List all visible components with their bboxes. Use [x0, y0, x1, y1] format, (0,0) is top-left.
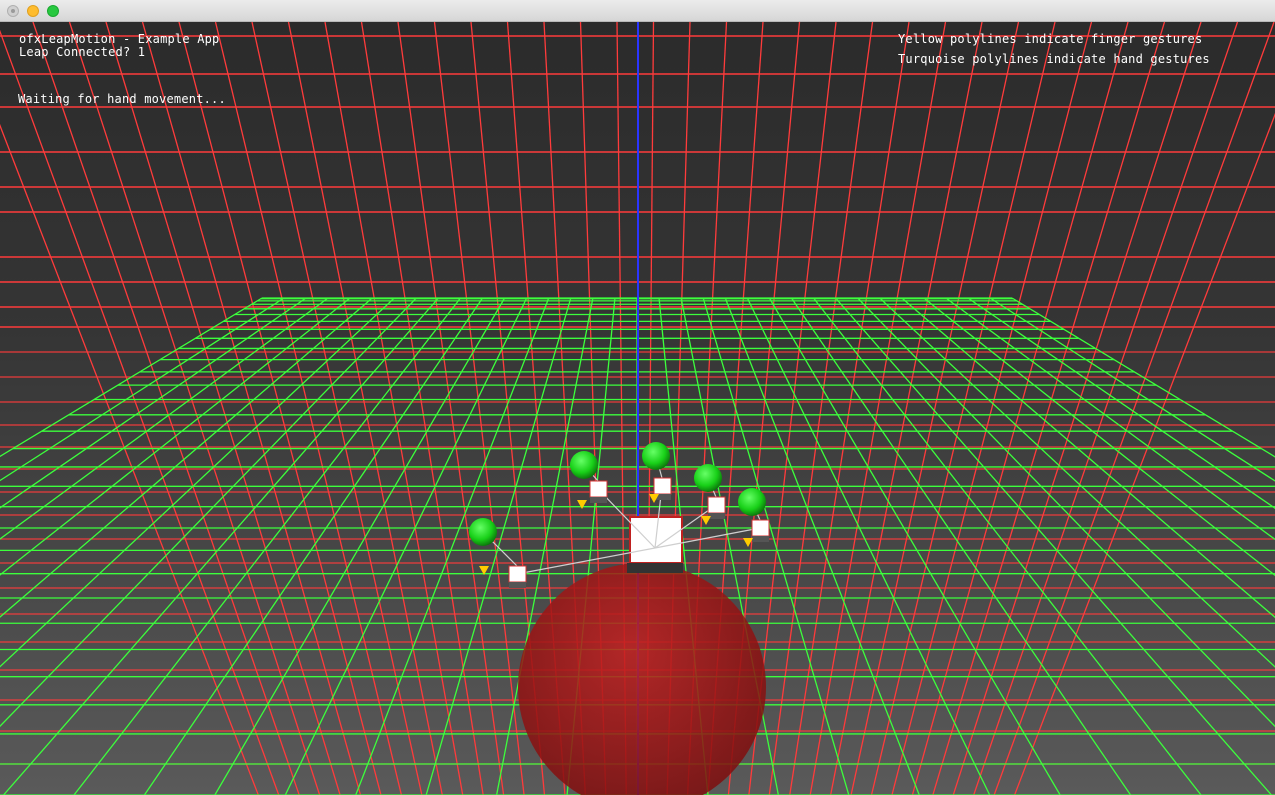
wall-grid-line: [0, 29, 280, 795]
floor-grid-line: [746, 297, 991, 795]
3d-viewport[interactable]: ofxLeapMotion - Example App Leap Connect…: [0, 22, 1275, 795]
floor-grid-line: [355, 297, 550, 795]
title-bar[interactable]: [0, 0, 1275, 22]
wall-grid-line: [251, 22, 423, 795]
wall-grid-line: [287, 22, 443, 795]
wall-grid-line: [1013, 112, 1275, 795]
gesture-marker: [701, 516, 711, 525]
fingertip-sphere: [570, 451, 598, 479]
fingertip-sphere: [694, 464, 722, 492]
wall-grid-line: [850, 22, 1020, 795]
wall-grid-line: [324, 22, 464, 795]
finger-joint-shadow: [509, 582, 526, 588]
hand-gesture-legend: Turquoise polylines indicate hand gestur…: [898, 52, 1210, 66]
floor-grid-line: [790, 297, 1132, 795]
floor-grid-line: [0, 297, 417, 728]
finger-joint-box: [508, 565, 527, 583]
floor-grid-line: [0, 297, 263, 458]
wall-grid-line: [952, 22, 1202, 795]
finger-joint-shadow: [590, 497, 607, 503]
floor-grid-line: [0, 297, 329, 540]
fingertip-sphere: [642, 442, 670, 470]
wall-grid-line: [360, 22, 484, 795]
wall-grid-line: [433, 22, 525, 795]
minimize-button[interactable]: [27, 5, 39, 17]
wall-grid-line: [993, 22, 1275, 795]
connection-status: Leap Connected? 1: [19, 45, 146, 59]
palm-box-shadow: [627, 563, 683, 573]
finger-joint-box: [707, 496, 726, 514]
floor-grid-line: [857, 297, 1275, 728]
wall-grid-line: [830, 22, 983, 795]
finger-gesture-legend: Yellow polylines indicate finger gesture…: [898, 32, 1203, 46]
floor-grid-line: [3, 297, 439, 795]
wall-grid-line: [973, 22, 1239, 795]
finger-joint-box: [751, 519, 770, 537]
wall-grid-line: [397, 22, 505, 795]
status-message: Waiting for hand movement...: [18, 92, 226, 106]
finger-joint-box: [653, 477, 672, 495]
floor-grid-line: [143, 297, 484, 795]
maximize-button[interactable]: [47, 5, 59, 17]
fingertip-sphere: [738, 488, 766, 516]
wall-grid-line: [768, 22, 874, 795]
finger-joint-shadow: [752, 536, 769, 542]
close-button[interactable]: [7, 5, 19, 17]
fingertip-sphere: [469, 518, 497, 546]
app-name-label: ofxLeapMotion - Example App: [19, 32, 220, 46]
finger-joint-box: [589, 480, 608, 498]
floor-grid-line: [73, 297, 462, 795]
wall-grid-line: [789, 22, 910, 795]
wall-grid-line: [32, 22, 300, 795]
floor-grid-line: [967, 297, 1275, 509]
gesture-marker: [577, 500, 587, 509]
floor-grid-line: [768, 297, 1061, 795]
scene-canvas: [0, 22, 1275, 795]
floor-grid-line: [214, 297, 506, 795]
wall-grid-line: [141, 22, 362, 795]
app-window: ofxLeapMotion - Example App Leap Connect…: [0, 0, 1275, 795]
wall-grid-line: [809, 22, 947, 795]
floor-grid-line: [835, 297, 1272, 795]
wall-grid-line: [178, 22, 382, 795]
floor-grid-line: [812, 297, 1202, 795]
